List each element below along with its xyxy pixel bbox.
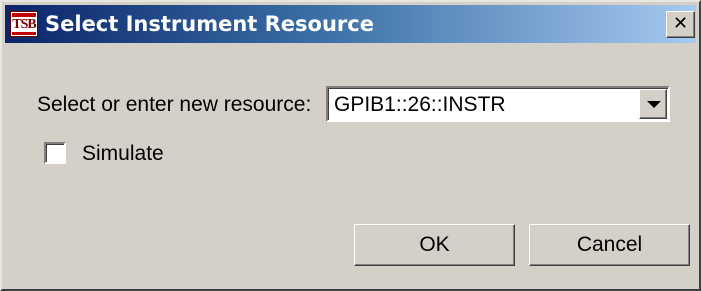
close-icon: ✕: [672, 13, 689, 34]
select-instrument-resource-dialog: TSB Select Instrument Resource ✕ Select …: [0, 0, 701, 291]
resource-dropdown-button[interactable]: [639, 89, 667, 119]
chevron-down-icon: [647, 101, 661, 108]
close-button[interactable]: ✕: [666, 11, 695, 38]
cancel-button[interactable]: Cancel: [529, 224, 690, 266]
simulate-label[interactable]: Simulate: [82, 141, 164, 167]
resource-combobox[interactable]: GPIB1::26::INSTR: [326, 86, 670, 122]
ok-button[interactable]: OK: [354, 224, 515, 266]
app-icon-text: TSB: [12, 17, 36, 32]
window-title: Select Instrument Resource: [45, 12, 374, 36]
title-bar[interactable]: TSB Select Instrument Resource ✕: [5, 5, 696, 43]
resource-label: Select or enter new resource:: [37, 93, 312, 116]
simulate-checkbox[interactable]: [44, 142, 66, 164]
resource-input[interactable]: GPIB1::26::INSTR: [334, 92, 506, 118]
tsb-app-icon: TSB: [10, 11, 38, 37]
